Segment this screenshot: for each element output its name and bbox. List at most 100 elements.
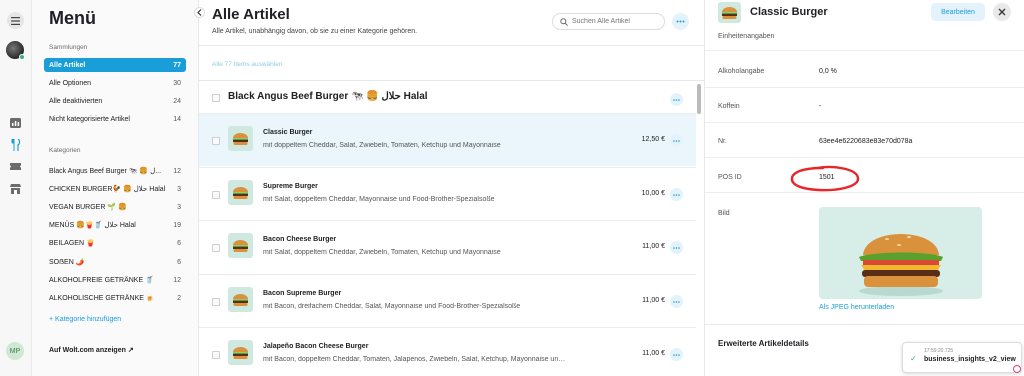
ticket-icon[interactable] [9,160,22,173]
venue-avatar[interactable] [6,41,25,60]
search-input[interactable] [572,18,662,25]
toast-time: 17:59:20.725 [924,348,954,354]
more-options-button[interactable] [672,13,689,30]
sidebar-item-count: 6 [177,239,181,247]
sidebar-item-category[interactable]: ALKOHOLFREIE GETRÄNKE 🥤 12 [44,273,186,287]
page-subtitle: Alle Artikel, unabhängig davon, ob sie z… [212,28,418,35]
item-more-button[interactable] [670,241,683,254]
sidebar-item-label: SOẞEN 🌶️ [49,259,85,266]
item-more-button[interactable] [670,348,683,361]
sidebar-item-category[interactable]: Black Angus Beef Burger 🐄 🍔 ل... 12 [44,164,186,178]
sidebar-item-nicht-kategorisiert[interactable]: Nicht kategorisierte Artikel 14 [44,112,186,126]
category-checkbox[interactable] [212,94,220,102]
burger-thumbnail [228,340,253,365]
sidebar-item-label: Alle Artikel [49,61,86,69]
table-row[interactable]: Jalapeño Bacon Cheese Burger mit Bacon, … [199,327,696,376]
detail-label: Nr. [718,138,727,145]
table-row[interactable]: Bacon Cheese Burger mit Salat, doppeltem… [199,220,696,273]
detail-value: - [819,103,822,110]
user-avatar[interactable]: MP [6,342,24,360]
collapse-sidebar-button[interactable] [194,7,205,18]
item-price: 10,00 € [641,190,665,197]
divider [705,324,1024,325]
row-checkbox[interactable] [212,137,220,145]
sidebar-item-label: Alle deaktivierten [49,97,103,105]
list-scrollbar[interactable] [697,84,701,114]
collections-heading: Sammlungen [49,44,88,51]
row-checkbox[interactable] [212,351,220,359]
item-more-button[interactable] [670,188,683,201]
item-description: mit Salat, doppeltem Cheddar, Mayonnaise… [263,196,495,203]
select-all-link[interactable]: Alle 77 Items auswählen [212,61,282,68]
sidebar-item-count: 12 [173,276,181,284]
sidebar-item-alle-optionen[interactable]: Alle Optionen 30 [44,76,186,90]
sidebar-item-count: 77 [173,61,181,69]
app-rail: MP [0,0,32,376]
item-price: 12,50 € [641,136,665,143]
download-jpeg-link[interactable]: Als JPEG herunterladen [819,304,894,311]
sidebar-item-count: 30 [173,79,181,87]
row-checkbox[interactable] [212,191,220,199]
detail-value: 0,0 % [819,68,837,75]
sidebar-item-count: 12 [173,167,181,175]
analytics-icon[interactable] [9,116,22,129]
sidebar-item-count: 2 [177,294,181,302]
edit-button[interactable]: Bearbeiten [931,3,985,21]
help-circle-icon[interactable] [1013,365,1021,373]
menu-cutlery-icon[interactable] [9,138,22,151]
notification-toast[interactable]: ✓ 17:59:20.725 business_insights_v2_view [902,342,1022,373]
item-name: Jalapeño Bacon Cheese Burger [263,343,369,350]
sidebar-item-count: 6 [177,258,181,266]
table-row[interactable]: Bacon Supreme Burger mit Bacon, dreifach… [199,274,696,327]
categories-heading: Kategorien [49,147,81,154]
add-category-link[interactable]: + Kategorie hinzufügen [49,316,121,323]
table-row[interactable]: Supreme Burger mit Salat, doppeltem Ched… [199,167,696,220]
item-price: 11,00 € [642,350,665,357]
category-more-button[interactable] [670,93,683,106]
detail-label: Alkoholangabe [718,68,765,75]
item-name: Bacon Supreme Burger [263,290,342,297]
burger-thumbnail [228,126,253,151]
burger-thumbnail [228,233,253,258]
item-price: 11,00 € [642,243,665,250]
sidebar-item-category[interactable]: SOẞEN 🌶️ 6 [44,255,186,269]
sidebar-item-count: 14 [173,115,181,123]
detail-row: Koffein - [705,88,1024,123]
online-status-dot [19,54,25,60]
sidebar-item-category[interactable]: ALKOHOLISCHE GETRÄNKE 🍺 2 [44,291,186,305]
table-row[interactable]: Classic Burger mit doppeltem Cheddar, Sa… [199,113,696,166]
row-checkbox[interactable] [212,244,220,252]
burger-thumbnail [718,2,741,23]
wolt-link[interactable]: Auf Wolt.com anzeigen ↗ [49,346,134,354]
burger-thumbnail [228,180,253,205]
sidebar-item-label: MENÜS 🍔🍟🥤 حلال Halal [49,222,136,229]
search-field[interactable] [552,13,665,30]
detail-label: POS ID [718,174,742,181]
item-name: Supreme Burger [263,183,318,190]
sidebar-item-alle-artikel[interactable]: Alle Artikel 77 [44,58,186,72]
store-icon[interactable] [9,182,22,195]
sidebar-item-category[interactable]: MENÜS 🍔🍟🥤 حلال Halal 19 [44,218,186,232]
row-checkbox[interactable] [212,298,220,306]
advanced-details-heading[interactable]: Erweiterte Artikeldetails [718,339,809,348]
items-panel: Alle Artikel Alle Artikel, unabhängig da… [199,0,704,376]
close-icon[interactable] [993,3,1011,21]
detail-value: 63ee4e6220683e83e70d078a [819,138,913,145]
item-description: mit Salat, doppeltem Cheddar, Zwiebeln, … [263,249,501,256]
sidebar-item-category[interactable]: BEILAGEN 🍟 6 [44,236,186,250]
sidebar-item-alle-deaktivierten[interactable]: Alle deaktivierten 24 [44,94,186,108]
item-more-button[interactable] [670,295,683,308]
product-image[interactable] [819,207,982,299]
sidebar-item-label: Alle Optionen [49,79,92,87]
sidebar-item-label: ALKOHOLISCHE GETRÄNKE 🍺 [49,295,155,302]
sidebar-item-category[interactable]: CHICKEN BURGER🐓 🍔 حلال Halal 3 [44,182,186,196]
hamburger-menu-icon[interactable] [7,12,24,29]
page-title: Alle Artikel [212,6,290,23]
item-description: mit doppeltem Cheddar, Salat, Zwiebeln, … [263,142,501,149]
item-more-button[interactable] [670,134,683,147]
sidebar-item-category[interactable]: VEGAN BURGER 🌱 🍔 3 [44,200,186,214]
item-name: Bacon Cheese Burger [263,236,337,243]
detail-row: Alkoholangabe 0,0 % [705,51,1024,88]
item-price: 11,00 € [642,297,665,304]
item-description: mit Bacon, doppeltem Cheddar, Tomaten, J… [263,356,568,363]
